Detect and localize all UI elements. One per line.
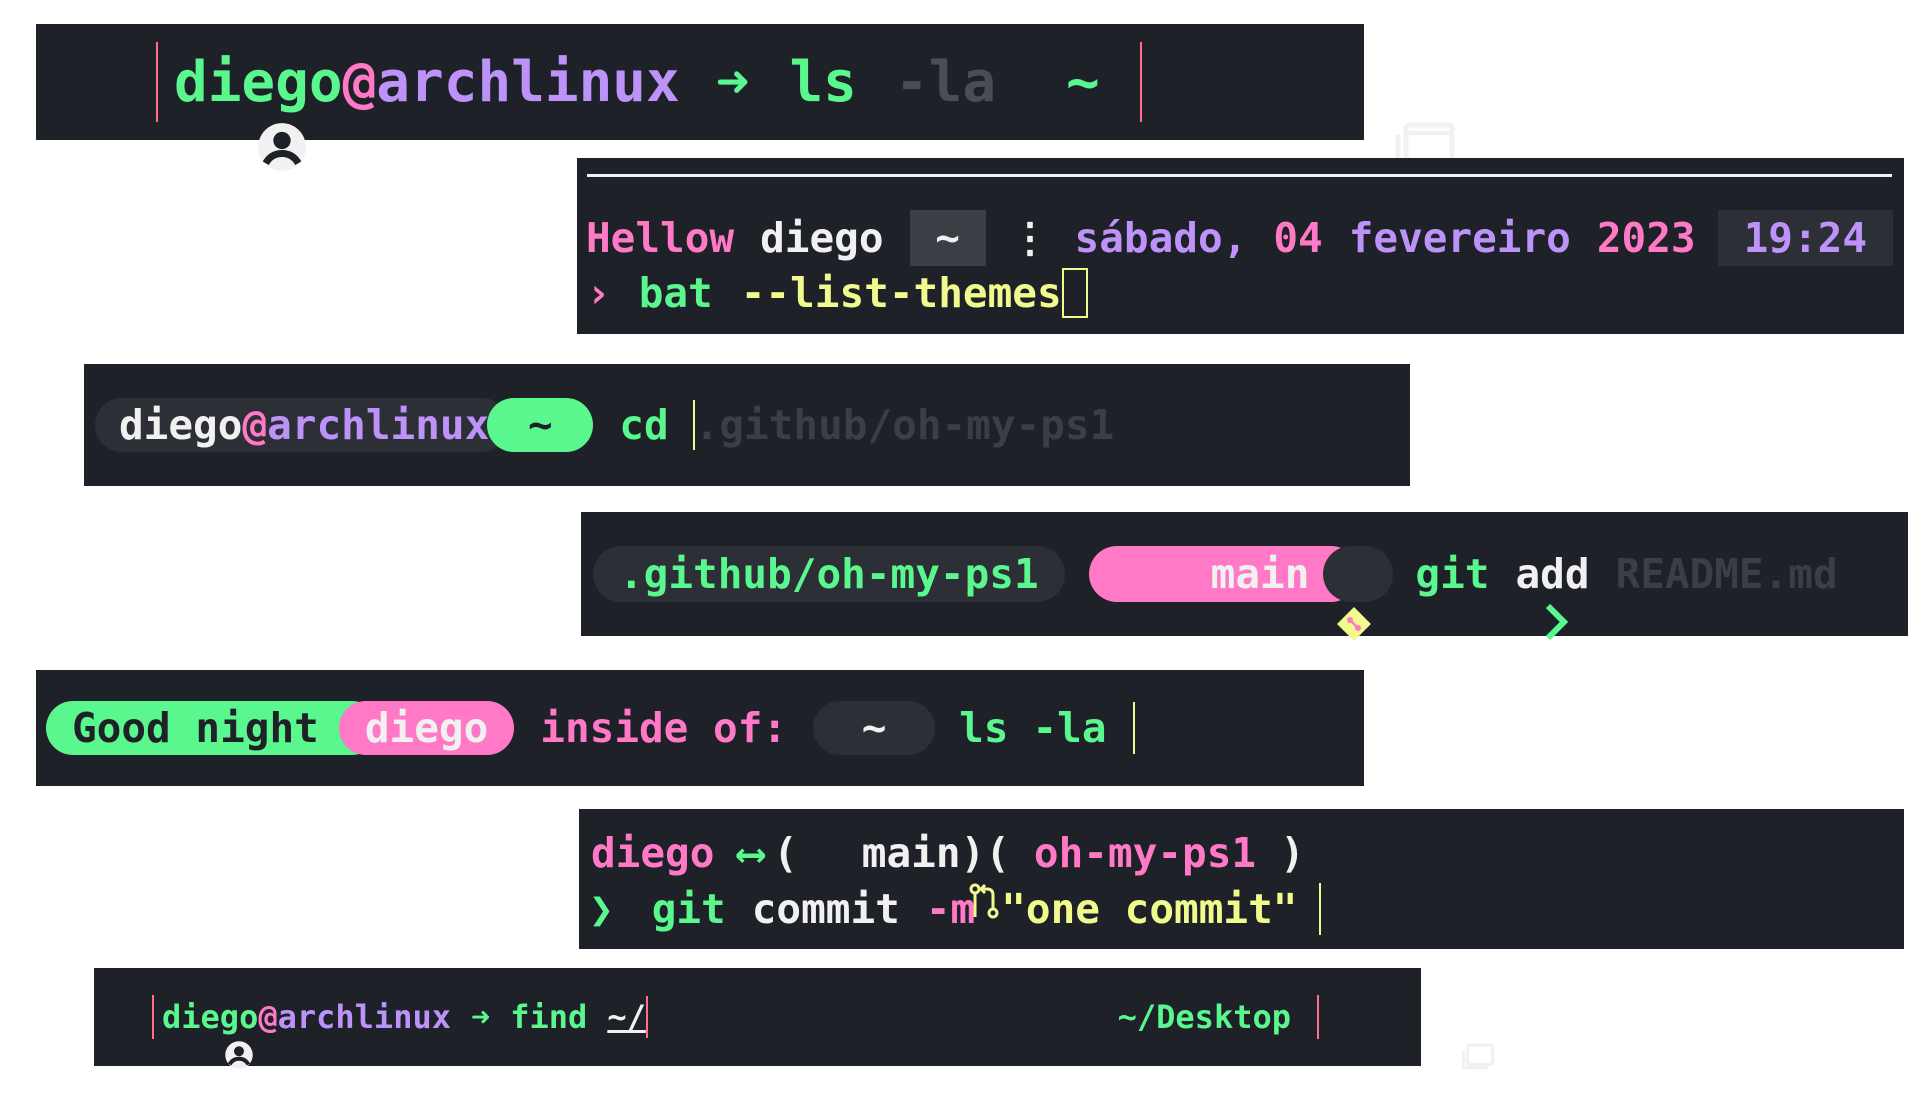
branch-name: main [861, 829, 961, 877]
current-path: ~ [527, 401, 553, 449]
hostname: archlinux [267, 401, 490, 449]
folder-icon [1192, 56, 1455, 170]
path-block: ~ [909, 210, 986, 266]
path-segment: ~ [813, 701, 936, 755]
commit-message: "one commit" [1001, 885, 1298, 933]
separator [152, 995, 154, 1039]
username: diego [162, 998, 259, 1036]
year: 2023 [1596, 214, 1696, 262]
cursor [1061, 268, 1088, 318]
username: diego [174, 49, 343, 115]
paren-open: ( [773, 829, 798, 877]
user-segment: diego [338, 701, 515, 755]
chevron-segment [1323, 546, 1569, 641]
cursor [1132, 702, 1135, 754]
folder-icon [1345, 1003, 1494, 1070]
arrow-icon: ⟷ [738, 829, 764, 877]
git-diamond-icon [1139, 556, 1372, 641]
user-icon [54, 56, 307, 171]
command: ls [959, 704, 1009, 752]
prompt-panel-7: diego @ archlinux ➜ find ~/ ~/Desktop [94, 968, 1494, 1070]
inside-label: inside of: [540, 704, 788, 752]
greeting: Hellow [586, 214, 735, 262]
prompt-panel-3: diego @ archlinux ~ cd .github/oh-my-ps1 [84, 364, 1410, 486]
prompt-panel-1: diego @ archlinux ➜ ls -la ~ [36, 24, 1455, 171]
arrow-icon: ➜ [470, 998, 491, 1036]
prompt-panel-5: Good night diego inside of: ~ ls -la [36, 670, 1364, 786]
branch-name: main [1210, 550, 1310, 598]
command: ls [789, 49, 857, 115]
chevron-right-icon [1344, 554, 1569, 641]
command: git [1415, 550, 1490, 598]
prompt-chevron-icon: › [586, 269, 611, 317]
prompt-panel-4: .github/oh-my-ps1 main git add README.md [581, 512, 1908, 641]
separator-dots-icon: ⋮ [1009, 214, 1051, 262]
command-argument: --list-themes [740, 269, 1062, 317]
user-host-segment: diego @ archlinux [95, 398, 510, 452]
flag: -m [925, 885, 976, 933]
paren-close: ) [1280, 829, 1305, 877]
command: bat [638, 269, 713, 317]
git-merge-icon [818, 833, 999, 919]
separator [156, 42, 158, 122]
prompt-panel-2: Hellow diego ~ ⋮ sábado, 04 fevereiro 20… [577, 158, 1904, 334]
username: diego [591, 829, 715, 877]
current-path: ~ [861, 704, 887, 752]
right-path: ~/Desktop [1117, 998, 1291, 1036]
command: cd [619, 401, 669, 449]
prompt-panel-6: diego ⟷ ( main)( oh-my-ps1 ) ❯ git commi… [579, 809, 1904, 949]
at-sign: @ [242, 401, 268, 449]
day-number: 04 [1273, 214, 1323, 262]
separator [1139, 42, 1142, 122]
current-path: ~ [1066, 49, 1100, 115]
autosuggestion: .github/oh-my-ps1 [694, 401, 1115, 449]
command: find [510, 998, 588, 1036]
command-argument: -la [894, 49, 997, 115]
username: diego [364, 704, 489, 752]
subcommand: add [1515, 550, 1590, 598]
greeting: Good night [72, 704, 319, 752]
month: fevereiro [1348, 214, 1571, 262]
cursor [645, 996, 648, 1038]
paren-close-open: )( [960, 829, 1010, 877]
command-argument: ~/ [607, 998, 646, 1036]
command-argument: -la [1032, 704, 1107, 752]
cursor [1319, 883, 1322, 935]
command: git [651, 885, 726, 933]
separator [1317, 995, 1319, 1039]
username: diego [760, 214, 884, 262]
at-sign: @ [342, 49, 377, 115]
path-segment: .github/oh-my-ps1 [593, 546, 1065, 602]
git-branch-segment: main [1088, 546, 1372, 641]
path-segment: ~ [487, 398, 594, 452]
at-sign: @ [258, 998, 278, 1036]
file-argument: README.md [1615, 550, 1838, 598]
top-rule [587, 174, 1892, 177]
username: diego [119, 401, 243, 449]
subcommand: commit [751, 885, 900, 933]
weekday: sábado, [1074, 214, 1248, 262]
clock: 19:24 [1717, 210, 1894, 266]
hostname: archlinux [277, 998, 451, 1036]
arrow-icon: ➜ [715, 49, 750, 115]
prompt-chevron-icon: ❯ [589, 885, 614, 933]
repo-name: oh-my-ps1 [1033, 829, 1257, 877]
greeting-segment: Good night [46, 701, 379, 755]
hostname: archlinux [376, 49, 680, 115]
current-path: .github/oh-my-ps1 [619, 550, 1039, 598]
user-icon [108, 1002, 253, 1069]
